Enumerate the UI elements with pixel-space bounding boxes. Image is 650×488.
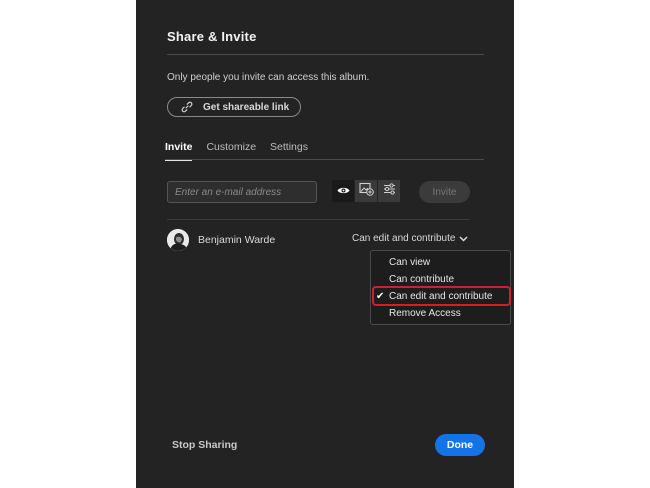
sliders-icon <box>383 182 396 200</box>
avatar <box>167 229 189 251</box>
get-shareable-link-button[interactable]: Get shareable link <box>167 97 301 117</box>
view-permission-toggle[interactable] <box>332 180 354 202</box>
permission-toggle-group <box>332 180 401 202</box>
contribute-permission-toggle[interactable] <box>355 180 377 202</box>
link-icon <box>180 100 194 114</box>
dialog-title: Share & Invite <box>167 29 257 44</box>
chevron-down-icon <box>459 235 468 242</box>
member-divider <box>167 219 470 220</box>
menu-item-can-edit-and-contribute[interactable]: ✔ Can edit and contribute <box>371 289 510 305</box>
stop-sharing-button[interactable]: Stop Sharing <box>172 439 237 451</box>
share-invite-dialog: Share & Invite Only people you invite ca… <box>136 0 514 488</box>
role-menu: Can view Can contribute ✔ Can edit and c… <box>370 250 511 325</box>
add-photo-icon <box>358 182 374 201</box>
menu-item-label: Can edit and contribute <box>389 291 493 302</box>
menu-item-label: Remove Access <box>389 308 461 319</box>
get-shareable-link-label: Get shareable link <box>203 101 290 113</box>
edit-permission-toggle[interactable] <box>378 180 400 202</box>
tab-settings[interactable]: Settings <box>270 141 308 159</box>
email-input[interactable] <box>167 181 317 203</box>
tabs-divider <box>165 159 484 160</box>
member-role-label: Can edit and contribute <box>352 233 456 244</box>
invite-button[interactable]: Invite <box>419 181 470 203</box>
done-button[interactable]: Done <box>435 434 485 456</box>
member-role-dropdown[interactable]: Can edit and contribute <box>352 233 468 244</box>
dialog-tabs: Invite Customize Settings <box>165 141 322 161</box>
menu-item-label: Can view <box>389 257 431 268</box>
dialog-description: Only people you invite can access this a… <box>167 72 370 83</box>
menu-item-can-view[interactable]: Can view <box>371 255 510 271</box>
menu-item-remove-access[interactable]: Remove Access <box>371 306 510 322</box>
checkmark-icon: ✔ <box>376 291 385 302</box>
menu-item-can-contribute[interactable]: Can contribute <box>371 272 510 288</box>
tab-invite[interactable]: Invite <box>165 141 193 161</box>
member-name: Benjamin Warde <box>198 234 276 246</box>
menu-item-label: Can contribute <box>389 274 455 285</box>
title-divider <box>167 54 484 55</box>
tab-customize[interactable]: Customize <box>206 141 256 159</box>
eye-icon <box>337 182 350 200</box>
